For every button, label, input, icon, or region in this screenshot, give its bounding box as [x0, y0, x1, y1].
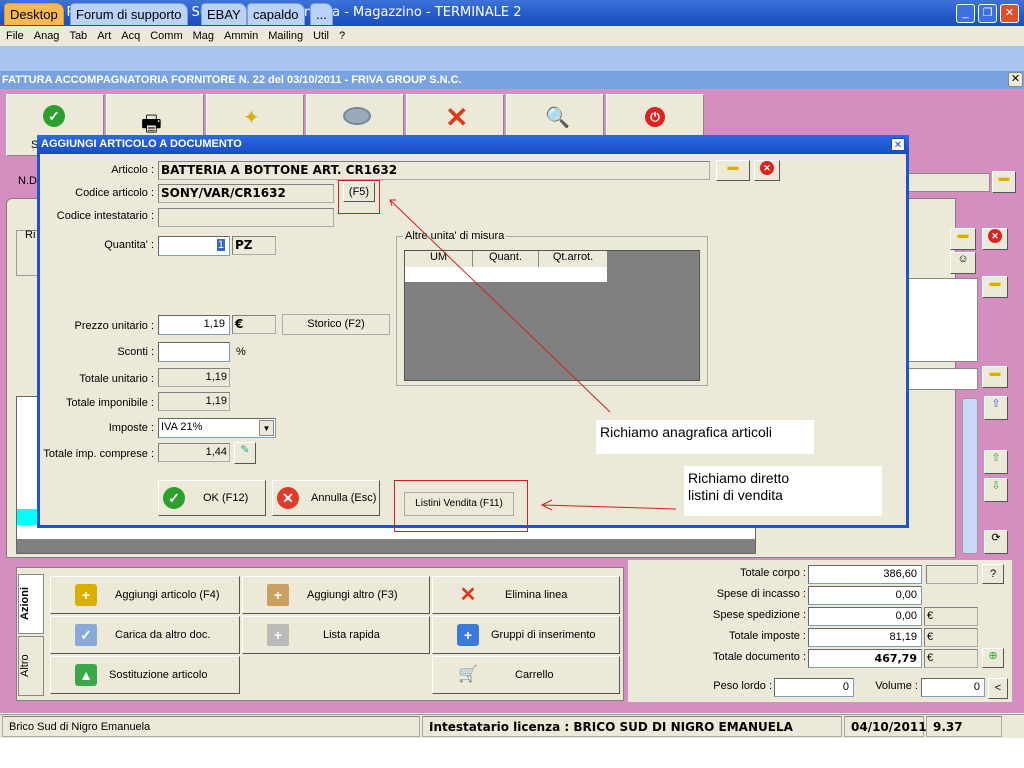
annotation-anagrafica: Richiamo anagrafica articoli — [596, 420, 814, 454]
annotation-arrows — [389, 199, 677, 511]
arrow-listini — [541, 504, 677, 510]
annotation-listini: Richiamo diretto listini di vendita — [684, 466, 882, 516]
arrow-anagrafica — [389, 199, 611, 413]
